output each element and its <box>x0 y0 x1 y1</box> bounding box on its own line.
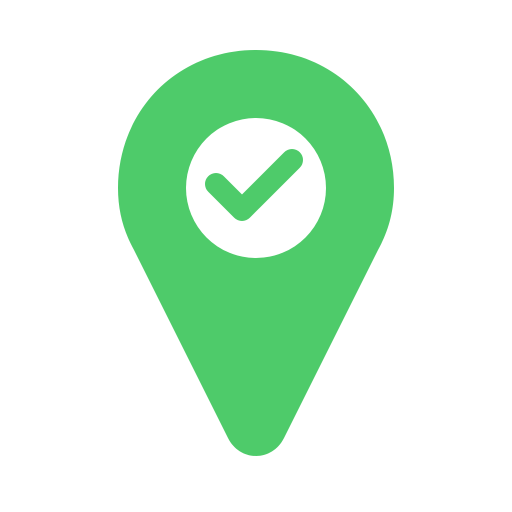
location-pin-check-icon <box>118 50 394 456</box>
icon-canvas <box>0 0 512 512</box>
